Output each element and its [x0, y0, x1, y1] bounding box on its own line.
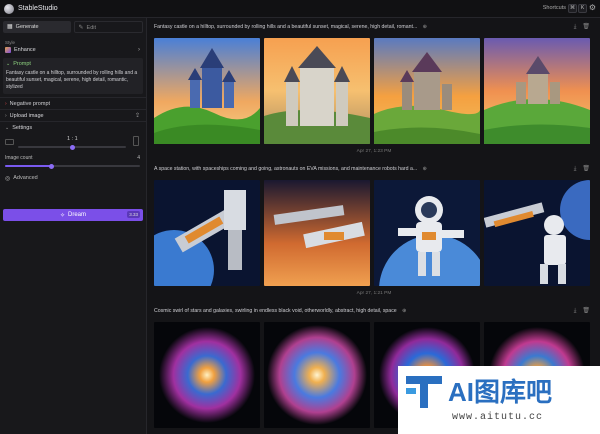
style-swatch-icon — [5, 47, 11, 53]
generation-actions: ⤓ 🗑 — [574, 165, 590, 173]
generation-timestamp: Apr 27, 1:23 PM — [356, 149, 392, 154]
download-icon[interactable]: ⤓ — [574, 166, 577, 172]
edit-icon: ✎ — [78, 25, 84, 31]
trash-icon[interactable]: 🗑 — [582, 308, 590, 314]
tab-edit[interactable]: ✎ Edit — [73, 21, 143, 33]
generation-prompt: A space station, with spaceships coming … — [154, 166, 427, 172]
chevron-right-icon: › — [5, 112, 7, 119]
prompt-panel: ⌄ Prompt Fantasy castle on a hilltop, su… — [3, 58, 143, 94]
image-count-label: Image count — [5, 155, 33, 161]
sidebar: ▦ Generate ✎ Edit Style Enhance › ⌄ Prompt… — [0, 18, 147, 434]
mode-tabs: ▦ Generate ✎ Edit — [0, 18, 146, 36]
generated-image[interactable] — [264, 38, 370, 144]
style-section-label: Style — [5, 40, 16, 45]
image-count-slider[interactable] — [5, 163, 140, 169]
watermark-title: AI图库吧 — [448, 377, 553, 407]
image-count-knob[interactable] — [49, 163, 54, 169]
watermark-logo: AI图库吧 www.aitutu.cc — [398, 366, 600, 434]
generated-image[interactable] — [374, 38, 480, 144]
chevron-down-icon: ⌄ — [5, 124, 10, 131]
upload-image-row[interactable]: › Upload image ⇪ — [0, 109, 146, 121]
generated-image[interactable] — [374, 180, 480, 286]
generated-image[interactable] — [264, 322, 370, 428]
shortcuts-label[interactable]: Shortcuts — [543, 5, 566, 11]
generated-image[interactable] — [154, 322, 260, 428]
generated-image[interactable] — [484, 38, 590, 144]
generated-image[interactable] — [264, 180, 370, 286]
download-icon[interactable]: ⤓ — [574, 24, 577, 30]
reuse-prompt-icon[interactable]: ⊕ — [423, 24, 427, 30]
negative-prompt-label: Negative prompt — [9, 100, 51, 107]
style-selector[interactable]: Enhance › — [0, 45, 146, 55]
advanced-label: Advanced — [13, 175, 38, 181]
generated-image[interactable] — [154, 180, 260, 286]
upload-image-label: Upload image — [9, 112, 44, 119]
prompt-input[interactable]: Fantasy castle on a hilltop, surrounded … — [6, 70, 140, 91]
settings-label: Settings — [12, 124, 33, 131]
advanced-row[interactable]: ◎ Advanced — [0, 171, 146, 185]
reuse-prompt-icon[interactable]: ⊕ — [402, 308, 406, 314]
gear-icon[interactable]: ⚙ — [589, 3, 596, 12]
dream-cost-badge: 3.33 — [127, 211, 140, 218]
advanced-icon: ◎ — [5, 175, 11, 182]
trash-icon[interactable]: 🗑 — [582, 24, 590, 30]
aspect-ratio-control: 1 : 1 — [0, 133, 146, 155]
aspect-ratio-value: 1 : 1 — [67, 136, 78, 142]
dream-label: Dream — [68, 212, 87, 218]
reuse-prompt-icon[interactable]: ⊕ — [423, 166, 427, 172]
app-logo-icon — [4, 3, 14, 14]
chevron-right-icon: › — [138, 47, 140, 53]
watermark-url: www.aitutu.cc — [452, 412, 544, 423]
aspect-ratio-slider[interactable] — [18, 144, 126, 150]
download-icon[interactable]: ⤓ — [574, 308, 577, 314]
generation-timestamp: Apr 27, 1:21 PM — [356, 291, 392, 296]
prompt-header: ⌄ Prompt — [6, 61, 140, 67]
settings-row[interactable]: ⌄ Settings — [0, 121, 146, 133]
generation-prompt: Cosmic swirl of stars and galaxies, swir… — [154, 308, 407, 314]
generation-prompt: Fantasy castle on a hilltop, surrounded … — [154, 24, 428, 30]
dream-button[interactable]: ✧ Dream 3.33 — [3, 209, 143, 221]
generation-actions: ⤓ 🗑 — [574, 307, 590, 315]
shortcut-key-cmd: ⌘ — [568, 4, 577, 13]
watermark-icon — [406, 376, 442, 408]
generated-image[interactable] — [484, 180, 590, 286]
app-title: StableStudio — [18, 5, 58, 12]
prompt-label: Prompt — [13, 61, 31, 67]
top-bar: StableStudio Shortcuts ⌘ K ⚙ — [0, 0, 600, 18]
tab-generate[interactable]: ▦ Generate — [3, 21, 71, 33]
aspect-ratio-knob[interactable] — [70, 144, 75, 150]
style-value: Enhance — [14, 47, 36, 53]
image-count-control: Image count 4 — [0, 155, 146, 171]
sparkle-icon: ✧ — [59, 212, 65, 219]
shortcut-key-k: K — [578, 4, 587, 13]
upload-icon[interactable]: ⇪ — [135, 112, 140, 119]
negative-indicator-icon: › — [5, 100, 7, 107]
landscape-icon[interactable] — [5, 139, 14, 145]
generation-actions: ⤓ 🗑 — [574, 23, 590, 31]
image-count-value: 4 — [137, 155, 140, 161]
portrait-icon[interactable] — [133, 136, 139, 146]
negative-prompt-row[interactable]: › Negative prompt — [0, 97, 146, 109]
chevron-down-icon[interactable]: ⌄ — [6, 61, 10, 67]
generate-icon: ▦ — [7, 24, 13, 30]
generated-image[interactable] — [154, 38, 260, 144]
trash-icon[interactable]: 🗑 — [582, 166, 590, 172]
